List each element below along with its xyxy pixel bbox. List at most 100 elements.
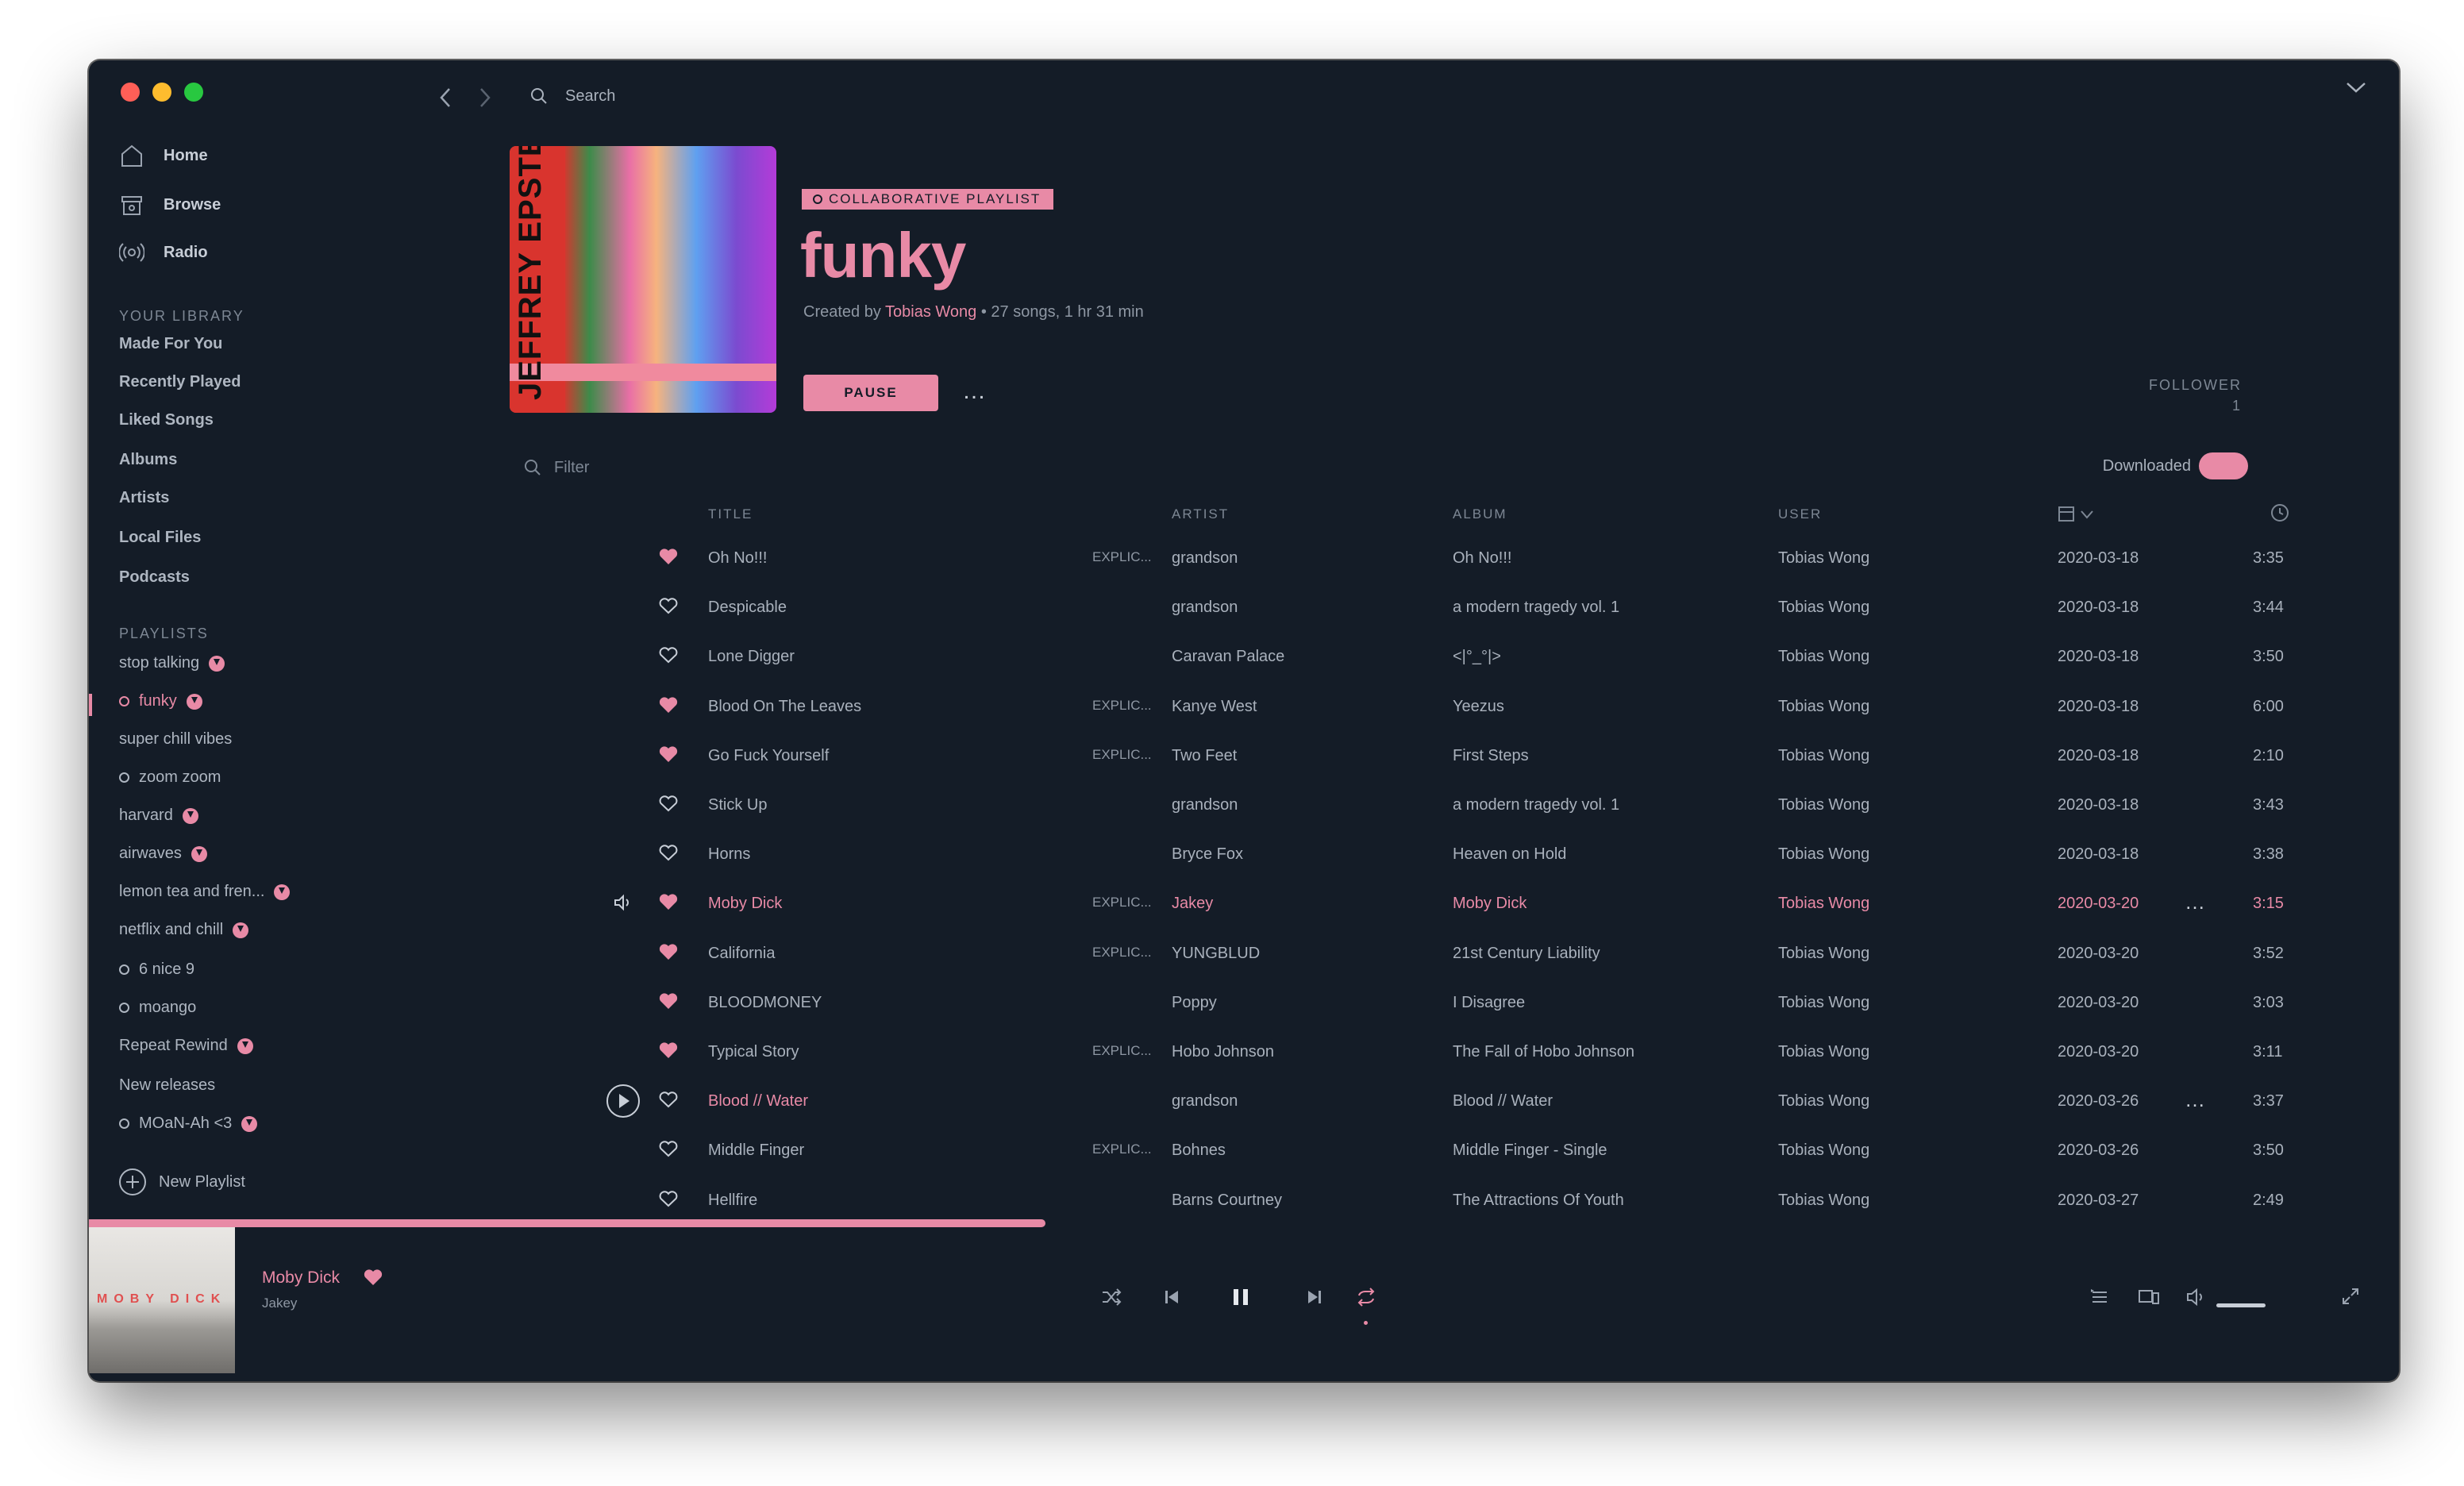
track-user[interactable]: Tobias Wong: [1778, 895, 1869, 913]
track-user[interactable]: Tobias Wong: [1778, 599, 1869, 617]
new-playlist-button[interactable]: New Playlist: [119, 1168, 245, 1195]
sidebar-playlist-item[interactable]: netflix and chill: [119, 921, 249, 939]
track-album[interactable]: a modern tragedy vol. 1: [1453, 796, 1619, 814]
repeat-icon[interactable]: [1356, 1286, 1376, 1308]
library-item-local-files[interactable]: Local Files: [119, 529, 201, 547]
now-playing-artist[interactable]: Jakey: [262, 1295, 297, 1311]
track-row[interactable]: BLOODMONEY Poppy I Disagree Tobias Wong 2020…: [510, 978, 2320, 1027]
track-album[interactable]: <|°_°|>: [1453, 648, 1501, 666]
track-artist[interactable]: Two Feet: [1172, 747, 1237, 765]
progress-bar[interactable]: [89, 1219, 1045, 1227]
track-album[interactable]: a modern tragedy vol. 1: [1453, 599, 1619, 617]
track-album[interactable]: First Steps: [1453, 747, 1529, 765]
sidebar-playlist-item[interactable]: airwaves: [119, 845, 207, 863]
track-artist[interactable]: Poppy: [1172, 994, 1217, 1012]
library-item-made-for-you[interactable]: Made For You: [119, 335, 222, 353]
creator-link[interactable]: Tobias Wong: [885, 303, 976, 321]
heart-filled-icon[interactable]: [659, 548, 678, 570]
column-header-album[interactable]: ALBUM: [1453, 506, 1507, 522]
pause-button[interactable]: PAUSE: [803, 375, 938, 411]
column-header-artist[interactable]: ARTIST: [1172, 506, 1229, 522]
track-row[interactable]: Typical Story EXPLIC... Hobo Johnson The Fa…: [510, 1027, 2320, 1076]
track-artist[interactable]: YUNGBLUD: [1172, 945, 1260, 963]
volume-icon[interactable]: [2185, 1286, 2207, 1308]
track-album[interactable]: Yeezus: [1453, 698, 1504, 716]
track-album[interactable]: I Disagree: [1453, 994, 1525, 1012]
track-album[interactable]: The Attractions Of Youth: [1453, 1191, 1624, 1210]
track-row[interactable]: Blood // Water grandson Blood // Water Tobi…: [510, 1076, 2320, 1126]
track-user[interactable]: Tobias Wong: [1778, 1043, 1869, 1061]
track-user[interactable]: Tobias Wong: [1778, 1092, 1869, 1111]
track-row[interactable]: Go Fuck Yourself EXPLIC... Two Feet First S…: [510, 731, 2320, 780]
track-artist[interactable]: grandson: [1172, 599, 1238, 617]
track-artist[interactable]: Caravan Palace: [1172, 648, 1284, 666]
heart-filled-icon[interactable]: [659, 992, 678, 1014]
heart-filled-icon[interactable]: [659, 745, 678, 768]
row-more-options-icon[interactable]: …: [2185, 1088, 2205, 1112]
track-album[interactable]: Heaven on Hold: [1453, 845, 1566, 864]
track-album[interactable]: Moby Dick: [1453, 895, 1527, 913]
track-row[interactable]: California EXPLIC... YUNGBLUD 21st Century …: [510, 929, 2320, 978]
heart-outline-icon[interactable]: [659, 1091, 678, 1113]
chevron-down-icon[interactable]: [2345, 79, 2367, 95]
sidebar-playlist-item[interactable]: zoom zoom: [119, 768, 221, 787]
downloaded-toggle[interactable]: [2199, 452, 2248, 479]
track-album[interactable]: The Fall of Hobo Johnson: [1453, 1043, 1634, 1061]
track-row[interactable]: Lone Digger Caravan Palace <|°_°|> Tobias W…: [510, 632, 2320, 681]
heart-filled-icon[interactable]: [659, 893, 678, 915]
next-track-icon[interactable]: [1305, 1286, 1324, 1308]
track-row[interactable]: Moby Dick EXPLIC... Jakey Moby Dick Tobias W…: [510, 879, 2320, 928]
forward-arrow-icon[interactable]: [478, 84, 518, 115]
heart-outline-icon[interactable]: [659, 646, 678, 668]
heart-outline-icon[interactable]: [659, 1190, 678, 1212]
track-album[interactable]: Middle Finger - Single: [1453, 1141, 1607, 1160]
track-album[interactable]: 21st Century Liability: [1453, 945, 1600, 963]
track-user[interactable]: Tobias Wong: [1778, 945, 1869, 963]
track-row[interactable]: Hellfire Barns Courtney The Attractions Of…: [510, 1176, 2320, 1225]
sidebar-playlist-item[interactable]: harvard: [119, 807, 198, 825]
heart-filled-icon[interactable]: [364, 1268, 383, 1286]
queue-icon[interactable]: [2089, 1286, 2112, 1308]
sidebar-item-home[interactable]: Home: [119, 143, 208, 168]
track-user[interactable]: Tobias Wong: [1778, 845, 1869, 864]
track-artist[interactable]: grandson: [1172, 796, 1238, 814]
play-track-button[interactable]: [606, 1084, 640, 1118]
track-artist[interactable]: Bryce Fox: [1172, 845, 1243, 864]
search-input[interactable]: Search: [565, 87, 615, 106]
track-user[interactable]: Tobias Wong: [1778, 698, 1869, 716]
track-user[interactable]: Tobias Wong: [1778, 796, 1869, 814]
sidebar-playlist-item[interactable]: New releases: [119, 1076, 215, 1095]
track-artist[interactable]: Jakey: [1172, 895, 1213, 913]
track-album[interactable]: Oh No!!!: [1453, 549, 1511, 568]
sidebar-playlist-item[interactable]: MOaN-Ah <3: [119, 1114, 258, 1133]
track-row[interactable]: Blood On The Leaves EXPLIC... Kanye West Ye…: [510, 682, 2320, 731]
track-album[interactable]: Blood // Water: [1453, 1092, 1553, 1111]
column-header-user[interactable]: USER: [1778, 506, 1822, 522]
track-user[interactable]: Tobias Wong: [1778, 648, 1869, 666]
sidebar-playlist-item[interactable]: Repeat Rewind: [119, 1037, 253, 1055]
row-more-options-icon[interactable]: …: [2185, 890, 2205, 914]
track-artist[interactable]: Kanye West: [1172, 698, 1257, 716]
heart-outline-icon[interactable]: [659, 844, 678, 866]
library-item-albums[interactable]: Albums: [119, 451, 177, 469]
heart-filled-icon[interactable]: [659, 1041, 678, 1064]
track-user[interactable]: Tobias Wong: [1778, 994, 1869, 1012]
previous-track-icon[interactable]: [1162, 1286, 1181, 1308]
fullscreen-icon[interactable]: [2340, 1286, 2361, 1307]
sidebar-playlist-item[interactable]: moango: [119, 999, 196, 1017]
heart-outline-icon[interactable]: [659, 795, 678, 817]
calendar-sort-icon[interactable]: [2058, 505, 2097, 524]
library-item-recently-played[interactable]: Recently Played: [119, 373, 241, 391]
heart-filled-icon[interactable]: [659, 943, 678, 965]
filter-input[interactable]: Filter: [554, 459, 589, 477]
sidebar-playlist-item[interactable]: 6 nice 9: [119, 961, 194, 979]
track-user[interactable]: Tobias Wong: [1778, 1141, 1869, 1160]
pause-icon[interactable]: [1230, 1286, 1251, 1308]
library-item-podcasts[interactable]: Podcasts: [119, 568, 190, 587]
track-row[interactable]: Despicable grandson a modern tragedy vol. …: [510, 583, 2320, 632]
sidebar-playlist-item[interactable]: stop talking: [119, 654, 225, 672]
track-row[interactable]: Horns Bryce Fox Heaven on Hold Tobias Wong 2…: [510, 830, 2320, 879]
devices-icon[interactable]: [2137, 1286, 2161, 1308]
heart-outline-icon[interactable]: [659, 1140, 678, 1162]
heart-outline-icon[interactable]: [659, 597, 678, 619]
